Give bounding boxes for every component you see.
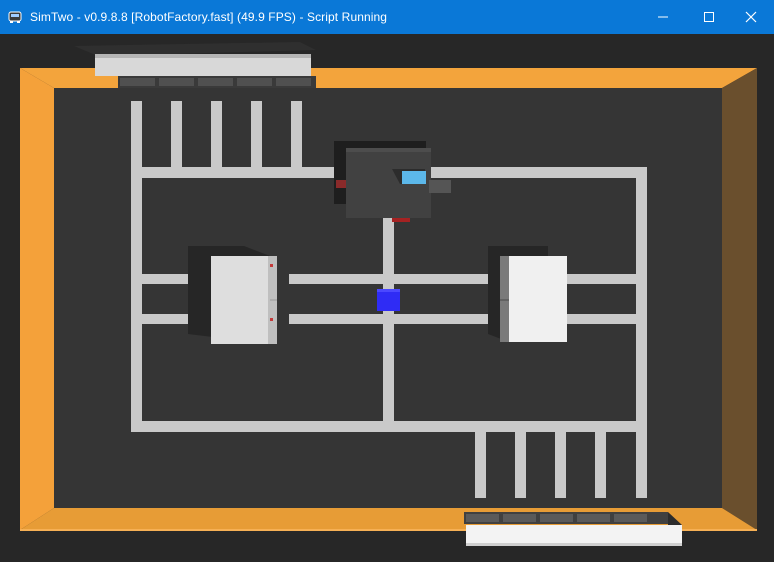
maximize-button[interactable] (686, 0, 732, 34)
minimize-icon (657, 11, 669, 23)
track-segment (383, 202, 394, 421)
close-button[interactable] (728, 0, 774, 34)
track-segment (251, 101, 262, 167)
machine-left (188, 246, 277, 344)
minimize-button[interactable] (640, 0, 686, 34)
storage-slot (466, 514, 499, 522)
sensor-led (270, 318, 273, 321)
storage-slot (159, 78, 194, 86)
storage-slot (276, 78, 311, 86)
track-segment (291, 101, 302, 167)
storage-slot (614, 514, 647, 522)
output-warehouse (464, 512, 682, 546)
track-segment (555, 432, 566, 498)
track-segment (636, 432, 647, 498)
maximize-icon (703, 11, 715, 23)
simtwo-window: SimTwo - v0.9.8.8 [RobotFactory.fast] (4… (0, 0, 774, 562)
track-segment (131, 167, 142, 432)
storage-slot (577, 514, 610, 522)
storage-slot (237, 78, 272, 86)
close-icon (745, 11, 757, 23)
track-segment (475, 432, 486, 498)
track-segment (289, 274, 489, 284)
storage-slot (503, 514, 536, 522)
track-segment (171, 101, 182, 167)
part-box-top (377, 289, 400, 292)
title-bar[interactable]: SimTwo - v0.9.8.8 [RobotFactory.fast] (4… (0, 0, 774, 34)
storage-slot (198, 78, 233, 86)
storage-slot (120, 78, 155, 86)
track-segment (131, 101, 142, 167)
track-segment (211, 101, 222, 167)
window-title: SimTwo - v0.9.8.8 [RobotFactory.fast] (4… (30, 10, 388, 24)
storage-slot (540, 514, 573, 522)
track-segment (595, 432, 606, 498)
track-segment (515, 432, 526, 498)
track-segment (567, 314, 636, 324)
scene-canvas[interactable] (0, 34, 774, 562)
simulation-viewport[interactable] (0, 34, 774, 562)
part-box (377, 289, 400, 311)
sensor-led (270, 264, 273, 267)
robot-gripper (402, 171, 426, 184)
track-segment (636, 167, 647, 432)
machine-right (488, 246, 567, 342)
track-segment (289, 314, 489, 324)
track-segment (567, 274, 636, 284)
robot-icon[interactable] (7, 9, 23, 25)
track-segment (131, 421, 647, 432)
